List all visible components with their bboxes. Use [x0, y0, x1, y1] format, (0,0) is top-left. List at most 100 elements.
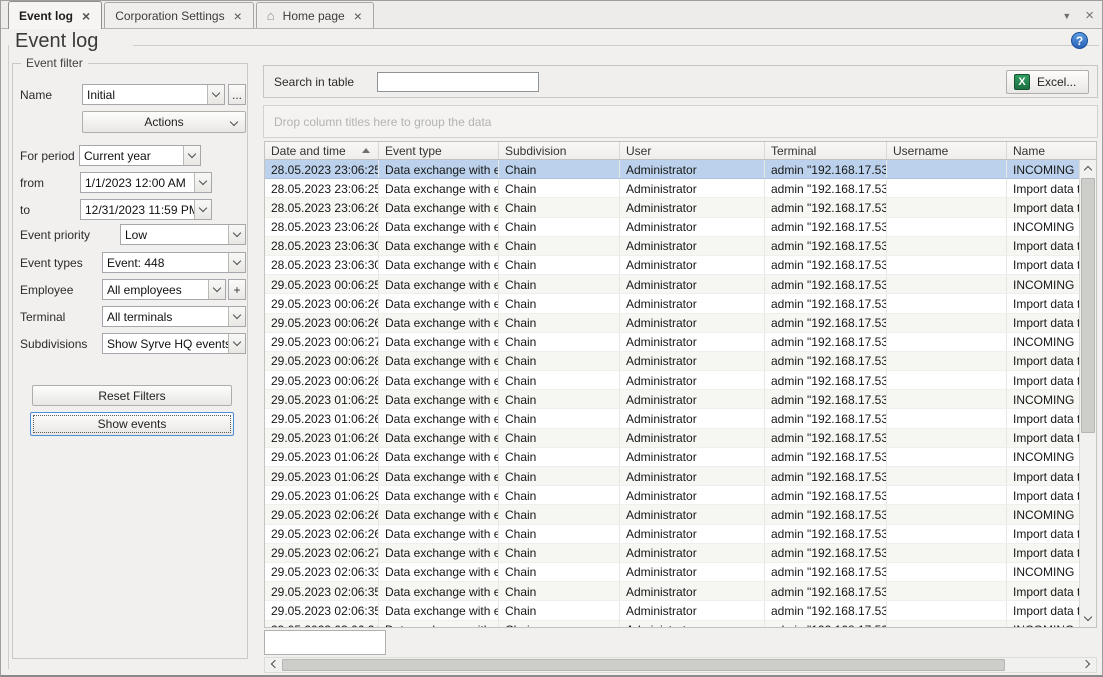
reset-filters-button[interactable]: Reset Filters [32, 385, 232, 406]
to-date-combo[interactable]: 12/31/2023 11:59 PM [80, 199, 212, 220]
actions-button[interactable]: Actions [82, 111, 246, 133]
close-icon[interactable]: × [353, 11, 363, 21]
period-combo[interactable]: Current year [79, 145, 201, 166]
table-row[interactable]: 28.05.2023 23:06:25 Data exchange with e… [265, 179, 1081, 198]
table-row[interactable]: 28.05.2023 23:06:30 Data exchange with e… [265, 237, 1081, 256]
table-row[interactable]: 29.05.2023 01:06:29 Data exchange with e… [265, 486, 1081, 505]
cell-event-type: Data exchange with e... [379, 448, 499, 466]
chevron-down-icon[interactable] [228, 225, 245, 244]
cell-name: INCOMING [1007, 160, 1081, 178]
table-row[interactable]: 29.05.2023 00:06:26 Data exchange with e… [265, 294, 1081, 313]
cell-terminal: admin "192.168.17.53" [765, 314, 887, 332]
cell-subdivision: Chain [499, 486, 620, 504]
cell-date-and-time: 29.05.2023 01:06:25 [265, 390, 379, 408]
column-header-terminal[interactable]: Terminal [765, 142, 887, 159]
chevron-down-icon[interactable] [183, 146, 200, 165]
chevron-down-icon[interactable] [228, 334, 245, 353]
tab-home-page[interactable]: ⌂ Home page × [256, 2, 374, 28]
cell-name: INCOMING [1007, 563, 1081, 581]
table-row[interactable]: 28.05.2023 23:06:26 Data exchange with e… [265, 198, 1081, 217]
cell-subdivision: Chain [499, 448, 620, 466]
chevron-down-icon[interactable] [228, 307, 245, 326]
table-row[interactable]: 29.05.2023 01:06:26 Data exchange with e… [265, 429, 1081, 448]
subdivisions-value: Show Syrve HQ events [103, 334, 228, 353]
table-row[interactable]: 29.05.2023 02:06:27 Data exchange with e… [265, 544, 1081, 563]
table-row[interactable]: 29.05.2023 02:06:26 Data exchange with e… [265, 525, 1081, 544]
employee-label: Employee [20, 283, 73, 297]
scroll-left-icon[interactable] [265, 658, 282, 672]
table-row[interactable]: 28.05.2023 23:06:30 Data exchange with e… [265, 256, 1081, 275]
close-tab-strip-icon[interactable]: × [1085, 7, 1094, 24]
table-row[interactable]: 29.05.2023 01:06:28 Data exchange with e… [265, 448, 1081, 467]
excel-export-button[interactable]: X Excel... [1006, 70, 1089, 94]
scroll-up-icon[interactable] [1080, 160, 1096, 177]
tab-label: Home page [283, 9, 345, 23]
tab-corporation-settings[interactable]: Corporation Settings × [104, 2, 254, 28]
table-row[interactable]: 28.05.2023 23:06:28 Data exchange with e… [265, 218, 1081, 237]
priority-combo[interactable]: Low [120, 224, 246, 245]
subdivisions-combo[interactable]: Show Syrve HQ events [102, 333, 246, 354]
cell-subdivision: Chain [499, 371, 620, 389]
table-row[interactable]: 29.05.2023 03:06:24 Data exchange with e… [265, 621, 1081, 628]
table-row[interactable]: 29.05.2023 00:06:26 Data exchange with e… [265, 314, 1081, 333]
cell-name: Import data to [1007, 198, 1081, 216]
horizontal-scrollbar-thumb[interactable] [282, 659, 1005, 671]
ellipsis-button[interactable]: ... [228, 84, 246, 105]
table-row[interactable]: 29.05.2023 02:06:26 Data exchange with e… [265, 505, 1081, 524]
column-header-user[interactable]: User [620, 142, 765, 159]
table-row[interactable]: 29.05.2023 01:06:26 Data exchange with e… [265, 409, 1081, 428]
column-header-username[interactable]: Username [887, 142, 1007, 159]
chevron-down-icon[interactable] [194, 200, 211, 219]
period-value: Current year [80, 146, 183, 165]
help-icon[interactable]: ? [1071, 32, 1088, 49]
chevron-down-icon[interactable] [208, 280, 225, 299]
search-input[interactable] [377, 72, 539, 92]
tab-event-log[interactable]: Event log × [8, 1, 102, 29]
table-row[interactable]: 29.05.2023 02:06:35 Data exchange with e… [265, 601, 1081, 620]
vertical-scrollbar-thumb[interactable] [1081, 178, 1095, 433]
table-row[interactable]: 28.05.2023 23:06:25 Data exchange with e… [265, 160, 1081, 179]
close-icon[interactable]: × [81, 11, 91, 21]
cell-terminal: admin "192.168.17.53" [765, 198, 887, 216]
add-employee-button[interactable]: + [228, 279, 246, 300]
table-row[interactable]: 29.05.2023 02:06:35 Data exchange with e… [265, 582, 1081, 601]
from-date-combo[interactable]: 1/1/2023 12:00 AM [80, 172, 212, 193]
column-header-event-type[interactable]: Event type [379, 142, 499, 159]
cell-subdivision: Chain [499, 294, 620, 312]
cell-username [887, 352, 1007, 370]
event-types-combo[interactable]: Event: 448 [102, 252, 246, 273]
table-row[interactable]: 29.05.2023 01:06:29 Data exchange with e… [265, 467, 1081, 486]
filter-row-editor[interactable] [264, 630, 386, 655]
show-events-button[interactable]: Show events [30, 412, 234, 436]
table-row[interactable]: 29.05.2023 01:06:25 Data exchange with e… [265, 390, 1081, 409]
table-row[interactable]: 29.05.2023 00:06:28 Data exchange with e… [265, 371, 1081, 390]
group-by-panel[interactable]: Drop column titles here to group the dat… [263, 105, 1098, 138]
chevron-down-icon[interactable] [194, 173, 211, 192]
employee-combo[interactable]: All employees [102, 279, 226, 300]
cell-name: Import data to [1007, 371, 1081, 389]
close-icon[interactable]: × [233, 11, 243, 21]
table-row[interactable]: 29.05.2023 00:06:25 Data exchange with e… [265, 275, 1081, 294]
sort-ascending-icon [362, 148, 370, 153]
cell-date-and-time: 29.05.2023 00:06:28 [265, 371, 379, 389]
cell-name: Import data to [1007, 256, 1081, 274]
chevron-down-icon[interactable] [207, 85, 224, 104]
vertical-scrollbar[interactable] [1079, 160, 1096, 627]
column-header-subdivision[interactable]: Subdivision [499, 142, 620, 159]
name-combo[interactable]: Initial [82, 84, 225, 105]
table-row[interactable]: 29.05.2023 02:06:33 Data exchange with e… [265, 563, 1081, 582]
cell-event-type: Data exchange with e... [379, 467, 499, 485]
table-row[interactable]: 29.05.2023 00:06:27 Data exchange with e… [265, 333, 1081, 352]
cell-subdivision: Chain [499, 218, 620, 236]
types-label: Event types [20, 256, 83, 270]
chevron-down-icon[interactable] [228, 253, 245, 272]
horizontal-scrollbar[interactable] [264, 657, 1097, 673]
column-header-date-and-time[interactable]: Date and time [265, 142, 379, 159]
table-row[interactable]: 29.05.2023 00:06:28 Data exchange with e… [265, 352, 1081, 371]
scroll-right-icon[interactable] [1079, 658, 1096, 672]
scroll-down-icon[interactable] [1080, 610, 1096, 627]
tab-overflow-icon[interactable]: ▼ [1062, 11, 1071, 21]
terminal-combo[interactable]: All terminals [102, 306, 246, 327]
cell-user: Administrator [620, 256, 765, 274]
column-header-name[interactable]: Name [1007, 142, 1096, 159]
